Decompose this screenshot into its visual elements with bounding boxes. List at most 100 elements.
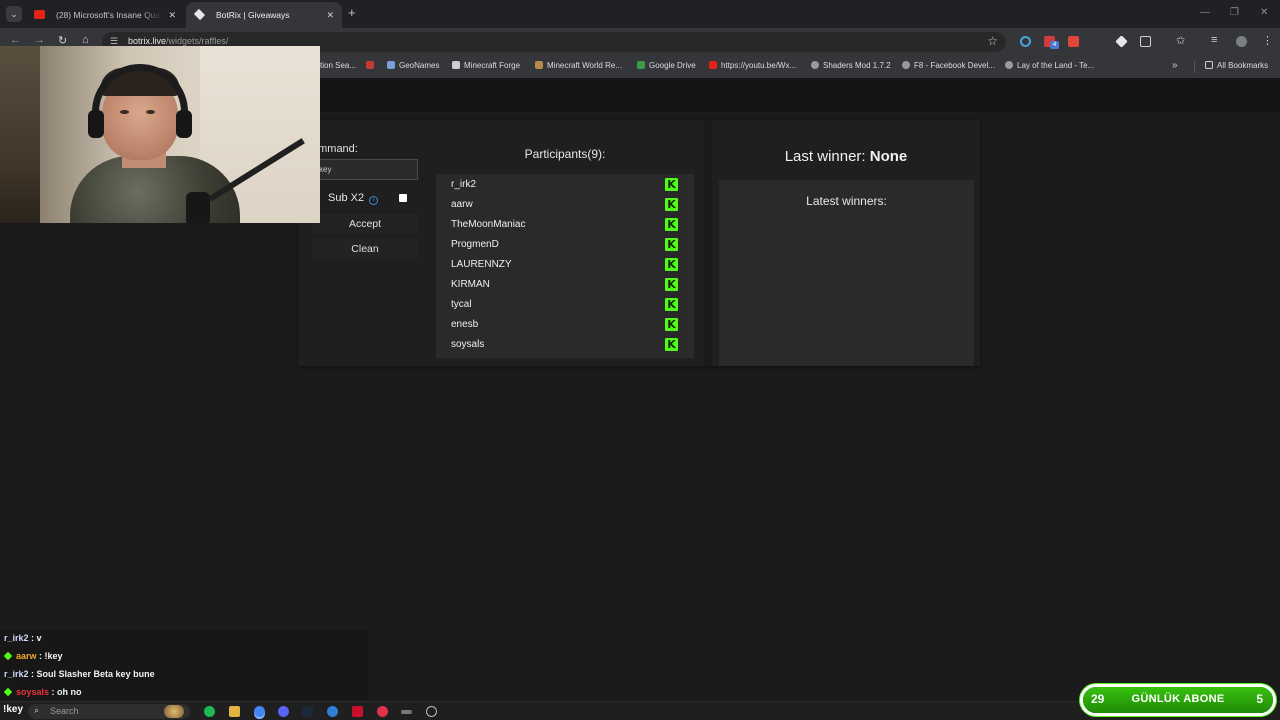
all-bookmarks-button[interactable]: All Bookmarks xyxy=(1205,61,1268,70)
home-icon[interactable]: ⌂ xyxy=(82,34,89,46)
accept-button[interactable]: Accept xyxy=(312,214,418,234)
chat-message: r_irk2 : v xyxy=(4,633,42,643)
bookmark-item[interactable]: F8 - Facebook Devel... xyxy=(902,61,995,70)
participant-name: soysals xyxy=(451,339,485,350)
more-bookmarks-icon[interactable]: » xyxy=(1172,60,1178,71)
extension-icon[interactable] xyxy=(1115,35,1128,48)
obs-icon[interactable] xyxy=(426,706,437,717)
tab-title: BotRix | Giveaways xyxy=(216,10,290,20)
kick-icon: K xyxy=(665,298,678,311)
participant-row: TheMoonManiac K xyxy=(436,215,694,235)
bookmark-star-icon[interactable]: ☆ xyxy=(987,34,998,48)
bookmark-item[interactable]: tion Sea... xyxy=(320,61,356,70)
close-window-icon[interactable]: ✕ xyxy=(1260,7,1268,18)
bookmark-item[interactable]: https://youtu.be/Wx... xyxy=(709,61,796,70)
extension-icon[interactable] xyxy=(1020,36,1031,47)
bookmark-item[interactable]: Shaders Mod 1.7.2 xyxy=(811,61,891,70)
bookmark-item[interactable] xyxy=(366,61,378,70)
last-winner-value: None xyxy=(869,148,908,165)
chat-username: soysals xyxy=(16,687,50,697)
participant-row: enesb K xyxy=(436,315,694,335)
extensions-puzzle-icon[interactable] xyxy=(1140,36,1151,47)
kick-icon: K xyxy=(665,258,678,271)
browser-tab-strip: ⌄ (28) Microsoft's Insane Quantum ✕ BotR… xyxy=(0,0,1280,28)
bookmark-item[interactable]: Google Drive xyxy=(637,61,696,70)
close-icon[interactable]: ✕ xyxy=(326,2,334,28)
maximize-icon[interactable]: ❐ xyxy=(1230,7,1239,18)
spotify-icon[interactable] xyxy=(204,706,215,717)
google-drive-icon xyxy=(637,61,645,69)
browser-tab-botrix[interactable]: BotRix | Giveaways ✕ xyxy=(186,2,342,28)
app-icon[interactable] xyxy=(401,710,412,714)
new-tab-button[interactable]: + xyxy=(348,5,356,20)
x-icon xyxy=(366,61,374,69)
extension-icon[interactable] xyxy=(1068,36,1079,47)
close-icon[interactable]: ✕ xyxy=(168,2,176,28)
chat-message: soysals : oh no xyxy=(3,687,82,697)
microphone-icon xyxy=(186,192,210,223)
file-explorer-icon[interactable] xyxy=(229,706,240,717)
participant-row: soysals K xyxy=(436,335,694,355)
kick-icon: K xyxy=(665,198,678,211)
chat-command-text: !key xyxy=(3,704,24,715)
info-icon[interactable]: i xyxy=(369,196,379,205)
chat-username: r_irk2 xyxy=(4,669,29,679)
chat-text: : v xyxy=(28,633,42,643)
forward-icon[interactable]: → xyxy=(34,34,45,46)
taskbar-search[interactable]: ⌕ Search xyxy=(28,704,190,719)
back-icon[interactable]: ← xyxy=(10,34,21,46)
participant-row: r_irk2 K xyxy=(436,175,694,195)
clean-button[interactable]: Clean xyxy=(312,239,418,259)
kick-icon: K xyxy=(665,218,678,231)
kick-icon: K xyxy=(665,178,678,191)
bookmark-item[interactable]: Minecraft Forge xyxy=(452,61,520,70)
participant-row: tycal K xyxy=(436,295,694,315)
more-menu-icon[interactable]: ⋮ xyxy=(1262,34,1273,47)
search-placeholder: Search xyxy=(50,706,79,716)
reading-list-icon[interactable]: ✩ xyxy=(1176,34,1185,47)
participant-row: aarw K xyxy=(436,195,694,215)
youtube-icon xyxy=(34,10,45,19)
browser-tab-youtube[interactable]: (28) Microsoft's Insane Quantum ✕ xyxy=(26,2,184,28)
sub-goal-label: GÜNLÜK ABONE xyxy=(1131,693,1225,705)
participant-name: r_irk2 xyxy=(451,179,477,190)
command-input[interactable]: key xyxy=(312,159,418,180)
kick-icon: K xyxy=(665,278,678,291)
stream-chat-overlay: r_irk2 : v aarw : !key r_irk2 : Soul Sla… xyxy=(0,630,368,702)
sub-x2-option: Sub X2 i xyxy=(328,192,379,205)
kick-icon: K xyxy=(665,338,678,351)
participants-list: r_irk2 K aarw K TheMoonManiac K ProgmenD K L… xyxy=(436,174,694,358)
chrome-icon[interactable] xyxy=(254,706,265,717)
tab-search-button[interactable]: ⌄ xyxy=(6,6,22,22)
participant-row: KIRMAN K xyxy=(436,275,694,295)
steam-icon[interactable] xyxy=(302,706,313,717)
media-controls-icon[interactable]: ≡ xyxy=(1211,34,1217,46)
bottle-icon xyxy=(535,61,543,69)
panel-divider xyxy=(704,120,712,366)
sub-goal-target: 5 xyxy=(1256,692,1263,706)
app-icon[interactable] xyxy=(377,706,388,717)
bookmark-item[interactable]: GeoNames xyxy=(387,61,439,70)
participant-name: TheMoonManiac xyxy=(451,219,526,230)
chat-username: aarw xyxy=(16,651,37,661)
latest-winners-title: Latest winners: xyxy=(806,194,887,208)
bookmarks-separator xyxy=(1194,61,1195,73)
chat-message: aarw : !key xyxy=(3,651,63,661)
anvil-icon xyxy=(452,61,460,69)
latest-winners-panel: Latest winners: xyxy=(719,180,974,366)
globe-icon xyxy=(811,61,819,69)
participant-name: KIRMAN xyxy=(451,279,490,290)
app-icon[interactable] xyxy=(352,706,363,717)
participant-name: enesb xyxy=(451,319,479,330)
bookmark-item[interactable]: Minecraft World Re... xyxy=(535,61,622,70)
search-icon: ⌕ xyxy=(34,705,40,715)
discord-icon[interactable] xyxy=(278,706,289,717)
sub-x2-checkbox[interactable] xyxy=(399,194,407,202)
app-icon[interactable] xyxy=(327,706,338,717)
bookmark-item[interactable]: Lay of the Land - Te... xyxy=(1005,61,1094,70)
webcam-overlay xyxy=(0,46,320,223)
minimize-icon[interactable]: — xyxy=(1200,7,1210,18)
participant-name: ProgmenD xyxy=(451,239,499,250)
profile-avatar[interactable] xyxy=(1236,36,1247,47)
kick-badge-icon xyxy=(3,687,13,697)
